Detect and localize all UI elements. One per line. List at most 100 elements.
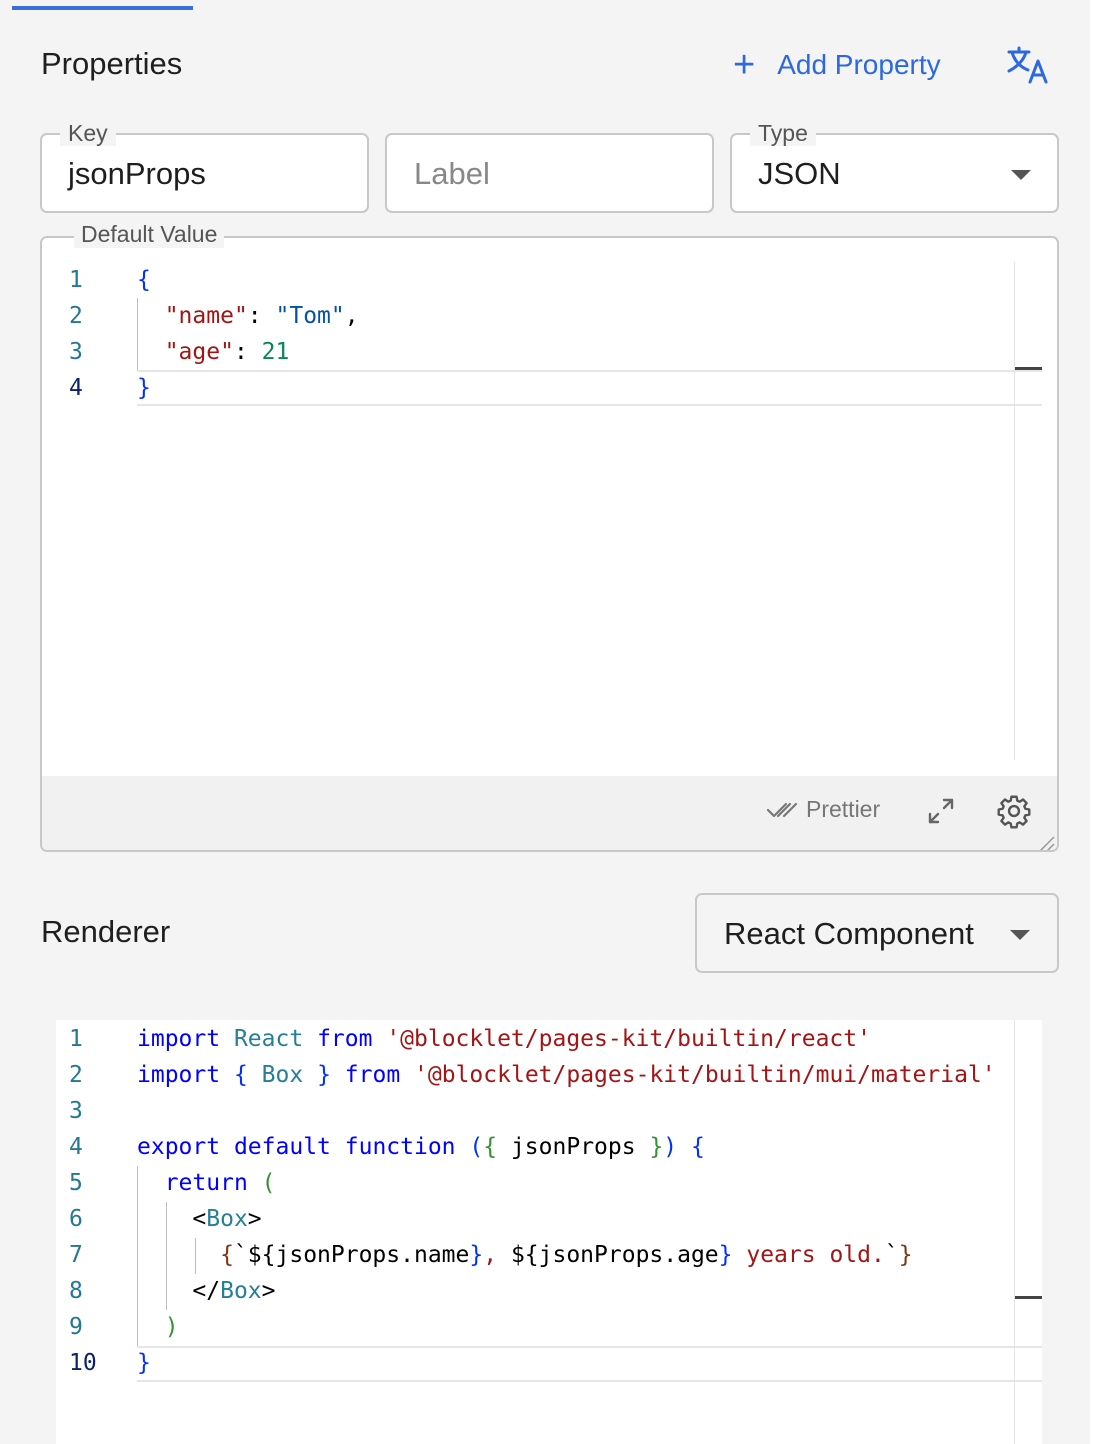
renderer-code-editor[interactable]: 1 2 3 4 5 6 7 8 9 10 import React from '@blocklet/… xyxy=(56,1020,1042,1444)
code-token: function xyxy=(344,1134,456,1160)
code-line: } xyxy=(137,1345,151,1381)
code-token: ` xyxy=(884,1242,899,1268)
default-value-legend: Default Value xyxy=(74,220,225,248)
code-token: React xyxy=(233,1026,304,1052)
line-number: 2 xyxy=(69,1062,83,1088)
code-token: { xyxy=(220,1242,234,1268)
scrollbar-marker xyxy=(1015,367,1042,370)
code-token: from xyxy=(344,1062,401,1088)
add-property-label: Add Property xyxy=(777,49,941,80)
code-token: </ xyxy=(192,1278,221,1304)
chevron-down-icon xyxy=(1011,170,1031,180)
default-value-editor[interactable]: 1 2 3 4 { "name": "Tom", "age": 21} Prettier xyxy=(40,236,1059,852)
current-line-highlight xyxy=(137,370,1042,406)
plus-icon: + xyxy=(733,44,756,86)
code-token: } xyxy=(898,1242,913,1268)
code-token: { xyxy=(137,267,151,293)
code-token: } xyxy=(469,1242,484,1268)
line-number: 1 xyxy=(69,267,83,293)
code-token: { xyxy=(233,1062,248,1088)
renderer-select[interactable]: React Component xyxy=(695,893,1059,973)
line-number: 1 xyxy=(69,1026,83,1052)
type-select-legend: Type xyxy=(750,120,816,146)
key-field[interactable]: Key jsonProps xyxy=(40,120,369,213)
code-line: return ( xyxy=(137,1165,276,1201)
line-number: 4 xyxy=(69,375,83,401)
type-select[interactable]: Type JSON xyxy=(730,120,1059,213)
editor-scrollbar[interactable] xyxy=(1014,262,1015,760)
renderer-title: Renderer xyxy=(41,914,171,949)
code-token: from xyxy=(317,1026,373,1052)
expand-icon[interactable] xyxy=(926,796,956,826)
code-token: ) xyxy=(164,1314,179,1340)
label-field-placeholder: Label xyxy=(414,156,490,191)
code-line: export default function ({ jsonProps }) … xyxy=(137,1129,705,1165)
code-token: < xyxy=(192,1206,207,1232)
scrollbar-marker xyxy=(1015,1296,1042,1299)
prettier-button[interactable]: Prettier xyxy=(766,796,880,823)
code-line: {`${jsonProps.name}, ${jsonProps.age} ye… xyxy=(137,1237,913,1273)
code-token: jsonProps.age xyxy=(538,1242,719,1268)
code-token: ) xyxy=(663,1134,678,1160)
code-token: default xyxy=(233,1134,331,1160)
code-token: `${ xyxy=(233,1242,276,1268)
label-field[interactable]: Label xyxy=(385,133,714,213)
code-token: import xyxy=(137,1026,221,1052)
code-token: '@blocklet/pages-kit/builtin/mui/materia… xyxy=(414,1062,996,1088)
line-number: 4 xyxy=(69,1134,83,1160)
renderer-code-area[interactable]: 1 2 3 4 5 6 7 8 9 10 import React from '@blocklet/… xyxy=(69,1021,1042,1441)
editor-scrollbar[interactable] xyxy=(1014,1020,1015,1444)
key-field-legend: Key xyxy=(60,120,116,146)
code-token: } xyxy=(137,1350,151,1376)
code-token: "Tom" xyxy=(275,303,345,329)
code-token: } xyxy=(649,1134,664,1160)
line-number: 6 xyxy=(69,1206,83,1232)
add-property-button[interactable]: + Add Property xyxy=(733,44,941,86)
resize-handle-icon[interactable] xyxy=(1035,832,1055,852)
code-token: 21 xyxy=(261,339,290,365)
line-number: 8 xyxy=(69,1278,83,1304)
code-line: "age": 21 xyxy=(137,334,290,370)
code-token: , xyxy=(344,303,359,329)
gear-icon[interactable] xyxy=(996,793,1032,829)
code-line: import React from '@blocklet/pages-kit/b… xyxy=(137,1021,871,1057)
double-check-icon xyxy=(766,802,798,817)
code-token: import xyxy=(137,1062,221,1088)
code-token: : xyxy=(247,303,276,329)
line-number: 7 xyxy=(69,1242,83,1268)
code-line: "name": "Tom", xyxy=(137,298,359,334)
line-number: 3 xyxy=(69,339,83,365)
translate-icon[interactable] xyxy=(1004,44,1050,86)
code-token: Box xyxy=(206,1206,248,1232)
current-line-highlight xyxy=(137,1346,1042,1382)
code-token: Box xyxy=(261,1062,304,1088)
code-token: '@blocklet/pages-kit/builtin/react' xyxy=(386,1026,871,1052)
code-token: , xyxy=(483,1242,511,1268)
line-number: 3 xyxy=(69,1098,83,1124)
code-token: } xyxy=(317,1062,331,1088)
properties-title: Properties xyxy=(41,46,183,81)
chevron-down-icon xyxy=(1010,930,1030,940)
json-code-area[interactable]: 1 2 3 4 { "name": "Tom", "age": 21} xyxy=(69,262,1049,772)
code-token: > xyxy=(261,1278,276,1304)
prettier-label: Prettier xyxy=(806,796,881,822)
key-field-value: jsonProps xyxy=(68,156,206,191)
code-line: </Box> xyxy=(137,1273,276,1309)
renderer-select-value: React Component xyxy=(724,916,974,951)
